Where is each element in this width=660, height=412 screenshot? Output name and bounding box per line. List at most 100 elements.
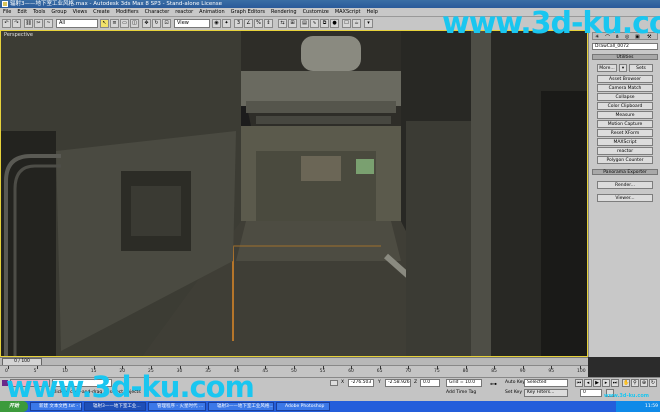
color-clipboard-button[interactable]: Color Clipboard	[597, 102, 653, 110]
key-set-dropdown[interactable]: Selected	[524, 379, 568, 387]
zoom-all-icon[interactable]: ⊕	[640, 379, 648, 387]
undo-icon[interactable]: ↶	[2, 19, 11, 28]
y-coord-label: Y	[378, 380, 381, 385]
select-rotate-icon[interactable]: ↻	[152, 19, 161, 28]
x-coord-label: X	[341, 380, 345, 385]
pan-icon[interactable]: ✋	[622, 379, 630, 387]
camera-match-button[interactable]: Camera Match	[597, 84, 653, 92]
orbit-icon[interactable]: ↻	[649, 379, 657, 387]
menu-group[interactable]: Group	[48, 8, 69, 16]
sets-button[interactable]: Sets	[629, 64, 653, 72]
support-column	[471, 31, 491, 356]
link-icon[interactable]: ⛓	[24, 19, 33, 28]
timeline-tick-label: 50	[291, 369, 297, 374]
taskbar-item[interactable]: Adobe Photoshop	[276, 402, 330, 411]
next-frame-icon[interactable]: ▸	[602, 379, 610, 387]
curve-editor-icon[interactable]: ∿	[310, 19, 319, 28]
key-filters-button[interactable]: Key Filters...	[524, 389, 568, 397]
selection-filter-dropdown[interactable]: All	[56, 19, 98, 28]
bind-space-warp-icon[interactable]: ~	[44, 19, 53, 28]
menu-create[interactable]: Create	[90, 8, 113, 16]
spinner-snap-icon[interactable]: ⇕	[264, 19, 273, 28]
layer-manager-icon[interactable]: ▤	[300, 19, 309, 28]
select-manipulate-icon[interactable]: ✦	[222, 19, 231, 28]
schematic-view-icon[interactable]: ⧉	[320, 19, 329, 28]
polygon-counter-button[interactable]: Polygon Counter	[597, 156, 653, 164]
motion-capture-button[interactable]: Motion Capture	[597, 120, 653, 128]
current-frame-field[interactable]: 0	[580, 389, 602, 397]
maxscript-button[interactable]: MAXScript	[597, 138, 653, 146]
command-panel: ✳ ⌒ ⋔ ◎ ▣ ⚒ DrawCall_0072 Utilities More…	[588, 30, 660, 357]
previous-frame-icon[interactable]: ◂	[584, 379, 592, 387]
key-mode-icon[interactable]: ⊶	[490, 381, 497, 388]
play-icon[interactable]: ▶	[593, 379, 601, 387]
collapse-button[interactable]: Collapse	[597, 93, 653, 101]
zoom-icon[interactable]: ⚲	[631, 379, 639, 387]
menu-animation[interactable]: Animation	[196, 8, 228, 16]
object-name-field[interactable]: DrawCall_0072	[592, 43, 658, 50]
select-scale-icon[interactable]: ⊡	[162, 19, 171, 28]
reactor-button[interactable]: reactor	[597, 147, 653, 155]
timeline-tick-label: 90	[519, 369, 526, 374]
redo-icon[interactable]: ↷	[12, 19, 21, 28]
snap-toggle-icon[interactable]: 3	[234, 19, 243, 28]
unlink-icon[interactable]: ✂	[34, 19, 43, 28]
menu-customize[interactable]: Customize	[300, 8, 332, 16]
timeline-tick-label: 85	[491, 369, 497, 374]
material-editor-icon[interactable]: ●	[330, 19, 339, 28]
menu-graph-editors[interactable]: Graph Editors	[228, 8, 268, 16]
set-key-button[interactable]: Set Key	[505, 389, 522, 397]
render-type-icon[interactable]: ▾	[364, 19, 373, 28]
panorama-exporter-rollout[interactable]: Panorama Exporter	[592, 169, 658, 175]
sets-dropdown-icon[interactable]: ▾	[619, 64, 627, 72]
menu-reactor[interactable]: reactor	[172, 8, 196, 16]
viewport-label[interactable]: Perspective	[4, 32, 33, 38]
z-coord-field[interactable]: 0.0	[420, 379, 440, 387]
menu-edit[interactable]: Edit	[14, 8, 30, 16]
menu-file[interactable]: File	[0, 8, 14, 16]
mirror-icon[interactable]: ⇆	[278, 19, 287, 28]
auto-key-button[interactable]: Auto Key	[505, 379, 525, 387]
timeline-tick-label: 95	[548, 369, 555, 374]
menu-maxscript[interactable]: MAXScript	[332, 8, 364, 16]
window-crossing-icon[interactable]: ◫	[130, 19, 139, 28]
go-to-end-icon[interactable]: ⏭	[611, 379, 619, 387]
angle-snap-icon[interactable]: ∠	[244, 19, 253, 28]
viewer-button[interactable]: Viewer...	[597, 194, 653, 202]
wall-monitor	[356, 159, 374, 174]
menu-tools[interactable]: Tools	[30, 8, 48, 16]
menu-rendering[interactable]: Rendering	[268, 8, 300, 16]
menu-character[interactable]: Character	[142, 8, 173, 16]
percent-snap-icon[interactable]: %	[254, 19, 263, 28]
timeline-tick-label: 60	[348, 369, 354, 374]
y-coord-field[interactable]: -2.58.926	[385, 379, 411, 387]
watermark-bottom: www.3d-ku.com	[6, 370, 255, 404]
go-to-start-icon[interactable]: ⏮	[575, 379, 583, 387]
timeline-tick-label: 80	[462, 369, 469, 374]
timeline-tick-label: 65	[376, 369, 383, 374]
perspective-viewport[interactable]: Perspective	[0, 30, 588, 357]
utilities-rollout[interactable]: Utilities	[592, 54, 658, 60]
pivot-center-icon[interactable]: ◉	[212, 19, 221, 28]
add-time-tag-button[interactable]: Add Time Tag	[446, 389, 476, 397]
menu-modifiers[interactable]: Modifiers	[113, 8, 142, 16]
render-scene-icon[interactable]: ☐	[342, 19, 351, 28]
x-coord-field[interactable]: -276.503	[348, 379, 374, 387]
render-button[interactable]: Render...	[597, 181, 653, 189]
select-by-name-icon[interactable]: ≡	[110, 19, 119, 28]
reference-coordinate-dropdown[interactable]: View	[174, 19, 210, 28]
menu-views[interactable]: Views	[70, 8, 90, 16]
grid-size-display: Grid = 10.0	[446, 379, 482, 387]
measure-button[interactable]: Measure	[597, 111, 653, 119]
timeline-tick	[36, 366, 38, 369]
asset-browser-button[interactable]: Asset Browser	[597, 75, 653, 83]
rectangular-selection-icon[interactable]: ▭	[120, 19, 129, 28]
select-object-icon[interactable]: ↖	[100, 19, 109, 28]
select-move-icon[interactable]: ✥	[142, 19, 151, 28]
lock-selection-icon[interactable]	[330, 380, 338, 386]
more-button[interactable]: More...	[597, 64, 617, 72]
align-icon[interactable]: ⊞	[288, 19, 297, 28]
reset-xform-button[interactable]: Reset XForm	[597, 129, 653, 137]
menu-help[interactable]: Help	[363, 8, 380, 16]
quick-render-icon[interactable]: ☕	[352, 19, 361, 28]
